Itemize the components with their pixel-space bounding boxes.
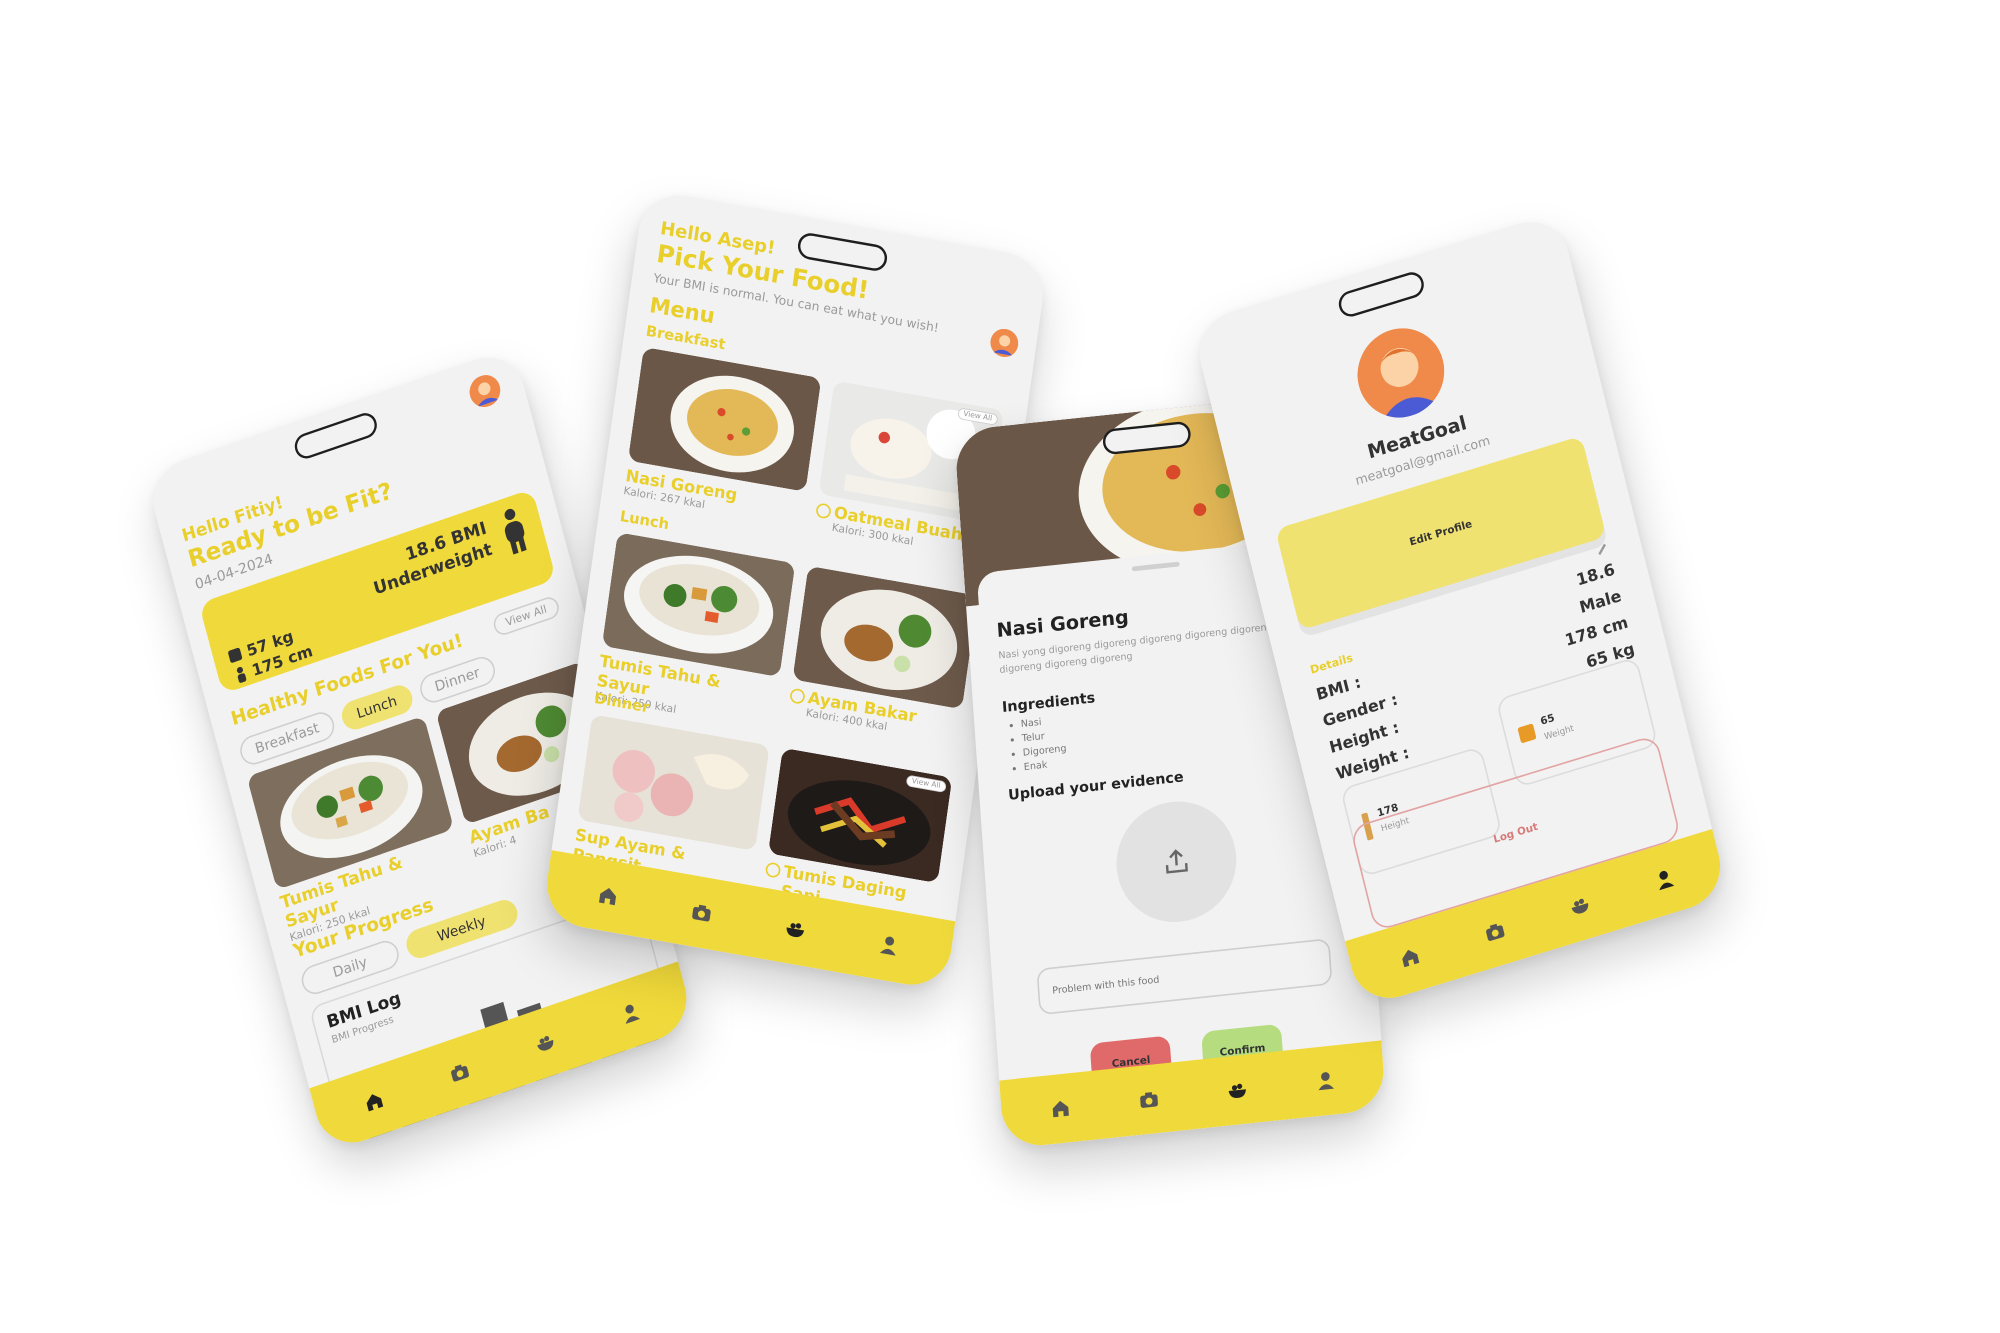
avatar[interactable]: [466, 370, 504, 412]
check-icon: [764, 861, 782, 879]
scale-icon: [1517, 723, 1537, 744]
nav-camera[interactable]: [686, 896, 717, 928]
nav-food[interactable]: [780, 913, 811, 945]
nav-profile[interactable]: [1648, 862, 1681, 896]
upload-icon: [1165, 849, 1188, 874]
user-icon: [1658, 871, 1674, 891]
dynamic-island: [292, 409, 380, 462]
ingredients-list: Nasi Telur Digoreng Enak: [1008, 712, 1068, 775]
menu-item-ayam-bakar[interactable]: Ayam Bakar Kalori: 400 kkal: [787, 565, 978, 746]
check-icon: [815, 502, 832, 520]
lunch-title: Lunch: [618, 507, 671, 534]
nav-profile[interactable]: [615, 996, 647, 1030]
nav-camera[interactable]: [444, 1055, 476, 1089]
nav-profile[interactable]: [1311, 1066, 1340, 1096]
home-icon: [1052, 1100, 1069, 1118]
camera-icon: [1485, 923, 1505, 942]
nav-food[interactable]: [1563, 888, 1596, 922]
nav-home[interactable]: [358, 1084, 390, 1118]
user-icon: [879, 936, 896, 956]
food-bowl-icon: [1228, 1083, 1246, 1099]
nav-camera[interactable]: [1478, 914, 1511, 948]
nav-profile[interactable]: [873, 929, 904, 961]
problem-input[interactable]: [1036, 938, 1333, 1016]
ingredients-title: Ingredients: [1001, 689, 1096, 717]
body-icon: [495, 504, 535, 561]
home-icon: [366, 1094, 384, 1112]
camera-icon: [1139, 1092, 1158, 1108]
view-all-button[interactable]: View All: [491, 594, 562, 638]
nav-home[interactable]: [1393, 940, 1426, 974]
upload-title: Upload your evidence: [1007, 768, 1185, 804]
card-weight-value: 65: [1539, 712, 1556, 728]
dynamic-island: [1336, 269, 1427, 320]
check-icon: [789, 687, 806, 705]
avatar[interactable]: [988, 326, 1021, 360]
user-icon: [1318, 1072, 1334, 1091]
food-bowl-icon: [1571, 898, 1588, 914]
sheet-handle: [1131, 561, 1180, 572]
scale-icon: [227, 647, 243, 664]
upload-dropzone[interactable]: [1112, 795, 1241, 928]
food-bowl-icon: [537, 1035, 554, 1051]
nav-home[interactable]: [1046, 1094, 1075, 1124]
edit-icon[interactable]: [1598, 543, 1606, 555]
nav-camera[interactable]: [1134, 1084, 1163, 1114]
food-image: [792, 565, 978, 710]
profile-avatar[interactable]: [1348, 317, 1453, 428]
camera-icon: [451, 1064, 469, 1082]
menu-item-nasi-goreng[interactable]: Nasi Goreng Kalori: 267 kkal: [623, 346, 822, 529]
user-icon: [625, 1004, 641, 1024]
nav-food[interactable]: [529, 1026, 561, 1060]
person-icon: [232, 665, 250, 688]
home-icon: [599, 887, 617, 906]
ingredient-item: Enak: [1023, 755, 1068, 774]
details-labels: BMI : Gender : Height : Weight :: [1313, 659, 1414, 787]
nav-food[interactable]: [1222, 1075, 1251, 1105]
home-icon: [1401, 949, 1419, 968]
food-bowl-icon: [786, 923, 805, 938]
nav-home[interactable]: [592, 880, 623, 912]
camera-icon: [692, 904, 711, 922]
